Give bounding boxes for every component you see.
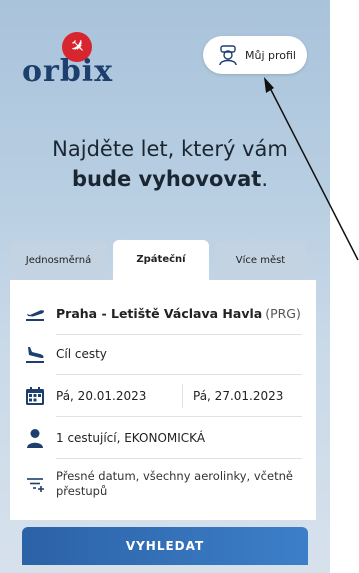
depart-date[interactable]: Pá, 20.01.2023: [56, 389, 182, 403]
calendar-icon: [26, 387, 44, 405]
plane-takeoff-icon: [26, 310, 44, 321]
pilot-avatar-icon: [219, 45, 237, 66]
search-options-field[interactable]: Přesné datum, všechny aerolinky, včetně …: [24, 466, 304, 502]
my-profile-label: Můj profil: [245, 48, 296, 62]
divider: [56, 334, 302, 335]
headline-line2-bold: bude vyhovovat: [71, 167, 262, 191]
origin-airport: Praha - Letiště Václava Havla: [56, 305, 263, 321]
tab-one-way[interactable]: Jednosměrná: [10, 241, 107, 281]
origin-field[interactable]: Praha - Letiště Václava Havla (PRG): [24, 300, 304, 326]
divider: [56, 458, 302, 459]
return-date[interactable]: Pá, 27.01.2023: [193, 389, 283, 403]
destination-field[interactable]: Cíl cesty: [24, 342, 304, 366]
plane-landing-icon: [26, 347, 44, 363]
date-separator: [182, 384, 183, 408]
dates-field[interactable]: Pá, 20.01.2023 Pá, 27.01.2023: [24, 384, 304, 408]
tab-multi-city[interactable]: Více měst: [215, 241, 306, 281]
divider: [56, 416, 302, 417]
headline-line2-end: .: [261, 167, 269, 191]
tab-round-trip[interactable]: Zpáteční: [113, 240, 209, 281]
search-options-value: Přesné datum, všechny aerolinky, včetně …: [56, 469, 293, 498]
search-form: Praha - Letiště Václava Havla (PRG) Cíl …: [10, 280, 316, 520]
passengers-value: 1 cestující, EKONOMICKÁ: [56, 431, 206, 445]
orbix-logo[interactable]: ✈ orbix: [22, 25, 114, 92]
person-icon: [27, 429, 43, 448]
my-profile-button[interactable]: Můj profil: [203, 36, 307, 74]
passengers-field[interactable]: 1 cestující, EKONOMICKÁ: [24, 426, 304, 450]
page-headline: Najděte let, který vám bude vyhovovat.: [10, 134, 330, 194]
trip-type-tabs: Jednosměrná Zpáteční Více měst: [10, 240, 306, 281]
destination-placeholder: Cíl cesty: [56, 347, 107, 361]
headline-line1: Najděte let, který vám: [52, 137, 288, 161]
origin-code: (PRG): [265, 305, 301, 321]
filter-add-icon: [27, 478, 44, 492]
logo-text: orbix: [22, 54, 114, 89]
search-button[interactable]: VYHLEDAT: [22, 527, 308, 565]
app-screen: ✈ orbix Můj profil Najděte let, který vá…: [0, 0, 330, 573]
divider: [56, 374, 302, 375]
